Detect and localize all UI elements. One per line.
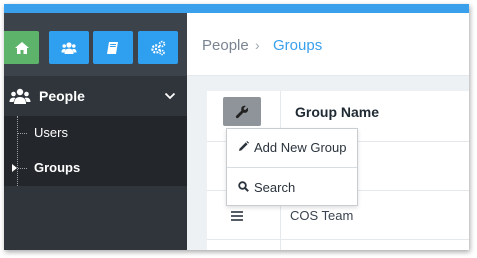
sidebar-item-users[interactable]: Users	[4, 116, 187, 151]
sidebar-item-groups[interactable]: Groups	[4, 151, 187, 186]
users-icon	[61, 41, 77, 54]
menu-item-label: Search	[254, 180, 296, 195]
book-icon	[107, 41, 118, 54]
sidebar-toolbar	[4, 13, 187, 76]
gears-icon	[151, 40, 166, 55]
wrench-icon	[235, 105, 249, 118]
menu-item-label: Add New Group	[254, 140, 347, 155]
sidebar-section-people[interactable]: People	[4, 76, 187, 116]
tree-branch	[18, 168, 27, 169]
breadcrumb-link-people[interactable]: People	[202, 37, 249, 54]
sidebar-section-label: People	[39, 88, 85, 104]
settings-button[interactable]	[138, 31, 178, 64]
breadcrumb-separator: ›	[255, 37, 260, 53]
tree-branch	[18, 133, 27, 134]
tools-dropdown-menu: Add New Group Search	[226, 128, 358, 206]
chevron-down-icon[interactable]	[164, 90, 176, 102]
table-row-group-name[interactable]: COS Team	[290, 208, 353, 223]
active-caret-icon	[12, 164, 17, 172]
users-icon	[9, 88, 31, 104]
pencil-icon	[239, 141, 249, 151]
breadcrumb-current[interactable]: Groups	[273, 37, 322, 54]
menu-item-add-new-group[interactable]: Add New Group	[227, 129, 357, 167]
home-icon	[14, 41, 29, 54]
book-button[interactable]	[93, 31, 133, 64]
row-menu-icon[interactable]	[231, 211, 243, 221]
top-accent-bar	[4, 4, 469, 13]
breadcrumb: People › Groups	[187, 13, 469, 76]
sidebar-subnav: Users Groups	[4, 116, 187, 186]
row-divider	[207, 239, 469, 240]
menu-divider	[227, 167, 357, 168]
people-button[interactable]	[49, 31, 89, 64]
search-icon	[238, 181, 249, 192]
home-button[interactable]	[4, 31, 39, 64]
menu-item-search[interactable]: Search	[227, 169, 357, 207]
sidebar-item-label: Groups	[34, 160, 81, 175]
column-header-group-name[interactable]: Group Name	[295, 104, 379, 120]
sidebar: People Users Groups	[4, 13, 187, 250]
sidebar-item-label: Users	[34, 125, 68, 140]
app-window: People Users Groups People › Groups Grou…	[4, 4, 469, 250]
table-tools-button[interactable]	[223, 97, 261, 126]
